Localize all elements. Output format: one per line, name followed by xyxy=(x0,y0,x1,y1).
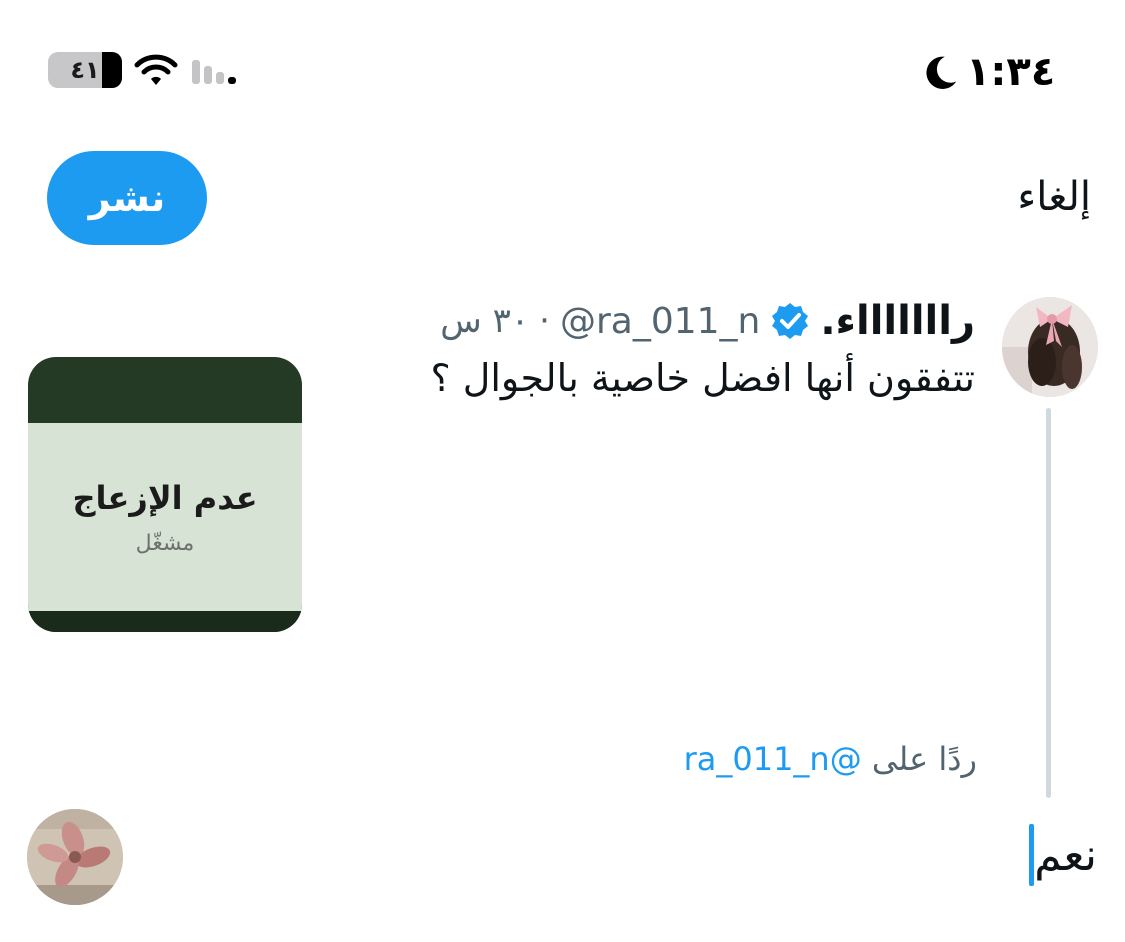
moon-icon xyxy=(926,56,957,89)
post-button[interactable]: نشر xyxy=(47,151,207,245)
tweet-timestamp: ٣٠ س xyxy=(440,301,530,341)
author-handle[interactable]: @ra_011_n xyxy=(560,301,760,342)
media-subtitle: مشغّل xyxy=(135,530,195,556)
author-avatar[interactable] xyxy=(1002,297,1098,397)
media-focus-card: عدم الإزعاج مشغّل xyxy=(28,423,302,611)
user-avatar[interactable] xyxy=(27,809,123,905)
replying-to-handle[interactable]: @ra_011_n xyxy=(684,740,862,778)
thread-connector-line xyxy=(1046,408,1051,798)
cellular-signal-icon xyxy=(192,60,236,84)
tweet-header: راااااااء. @ra_011_n · ٣٠ س xyxy=(375,298,975,344)
tweet-text: تتفقون أنها افضل خاصية بالجوال ؟ xyxy=(430,356,975,400)
verified-badge-icon xyxy=(772,303,809,339)
status-time-label: ١:٣٤ xyxy=(966,49,1056,95)
media-bottom-band xyxy=(28,611,302,632)
media-title: عدم الإزعاج xyxy=(72,478,258,517)
separator-dot: · xyxy=(539,301,550,341)
compose-reply-screen: ١:٣٤ ٤١ إلغاء نشر راااااااء. @ra_011_n ·… xyxy=(0,0,1125,942)
status-indicators: ٤١ xyxy=(40,48,236,92)
cancel-button[interactable]: إلغاء xyxy=(1017,174,1091,220)
replying-to-line: ردًا على @ra_011_n xyxy=(477,740,977,778)
reply-text-input[interactable]: نعم xyxy=(1029,822,1097,888)
replying-to-prefix: ردًا على xyxy=(871,740,977,778)
tweet-media-image[interactable]: عدم الإزعاج مشغّل xyxy=(28,357,302,632)
text-cursor xyxy=(1029,824,1035,886)
wifi-icon xyxy=(134,54,178,85)
battery-icon: ٤١ xyxy=(48,52,122,88)
battery-label: ٤١ xyxy=(70,56,100,84)
author-display-name[interactable]: راااااااء. xyxy=(820,298,975,344)
reply-text-value: نعم xyxy=(1034,829,1097,881)
status-time: ١:٣٤ xyxy=(922,44,1055,100)
